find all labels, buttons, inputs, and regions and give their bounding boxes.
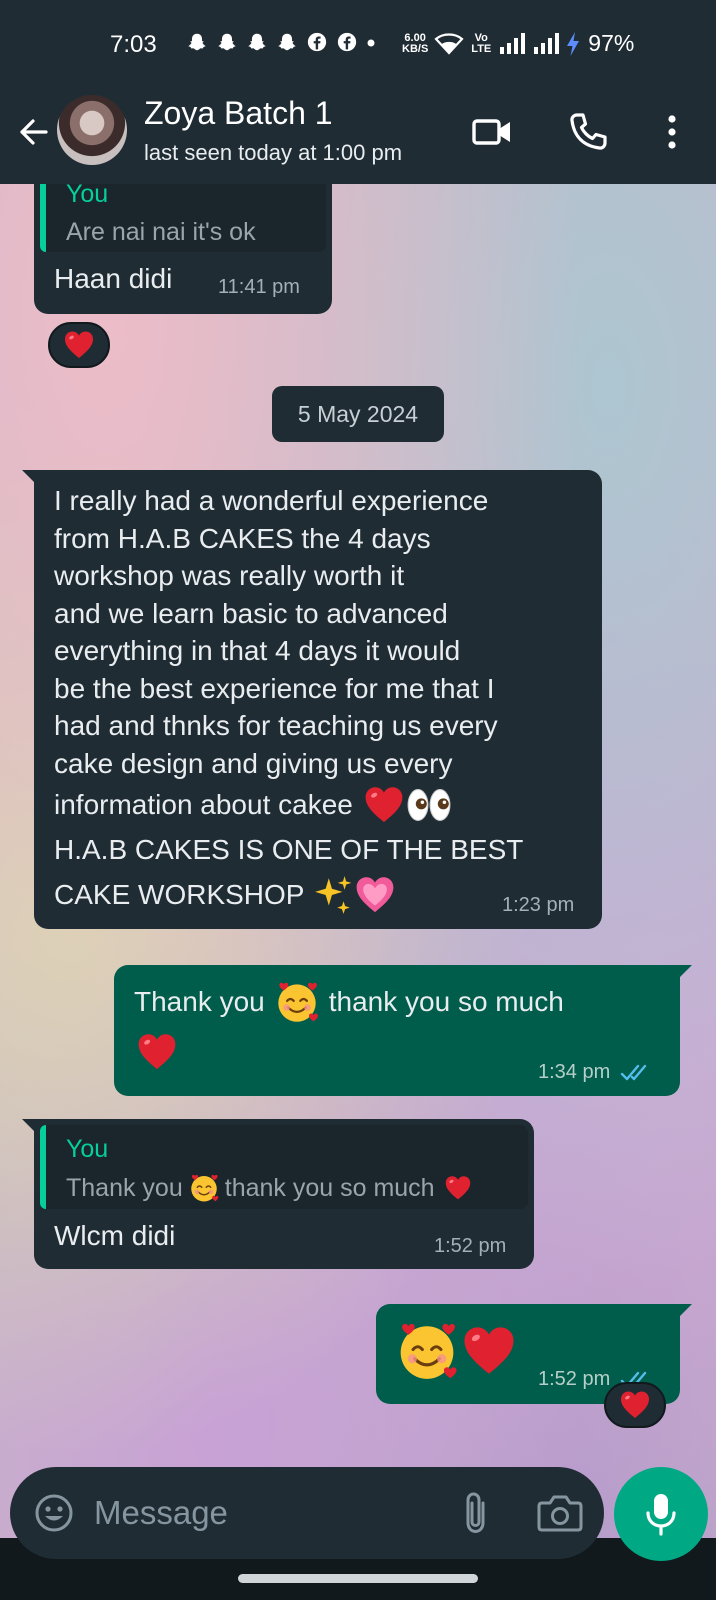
date-separator: 5 May 2024 [272, 386, 444, 442]
chat-header: Zoya Batch 1 last seen today at 1:00 pm [0, 90, 716, 184]
incoming-message-bubble[interactable]: I really had a wonderful experience from… [22, 470, 602, 929]
attach-icon[interactable] [456, 1489, 496, 1537]
status-time: 7:03 [110, 31, 157, 58]
sparkles-emoji [312, 874, 354, 916]
heart-emoji [134, 1031, 180, 1073]
facebook-icon [337, 32, 357, 52]
message-time: 11:41 pm [218, 276, 300, 298]
network-speed: 6.00 KB/S [402, 31, 429, 55]
wifi-icon [434, 32, 464, 55]
signal-icon [500, 32, 526, 54]
facebook-icon [307, 32, 327, 52]
snapchat-icon [188, 33, 206, 51]
camera-icon[interactable] [536, 1491, 584, 1535]
heart-emoji [458, 1323, 520, 1379]
signal-icon [534, 32, 560, 54]
last-seen-status[interactable]: last seen today at 1:00 pm [144, 140, 402, 166]
message-text: Wlcm didi [54, 1220, 176, 1251]
snapchat-icon [278, 33, 296, 51]
contact-name[interactable]: Zoya Batch 1 [144, 95, 333, 132]
quote-accent-bar [40, 184, 46, 252]
heart-emoji [361, 784, 407, 826]
heart-emoji [63, 329, 95, 361]
quote-author: You [66, 1135, 109, 1163]
home-gesture-handle[interactable] [238, 1574, 478, 1583]
quoted-message[interactable]: You Are nai nai it's ok [40, 184, 326, 252]
smiling-hearts-emoji [189, 1173, 219, 1203]
emoji-message [396, 1320, 520, 1382]
more-notifications-dot-icon [367, 39, 375, 47]
incoming-message-bubble[interactable]: You Thank you thank you so much Wlcm did… [22, 1119, 534, 1269]
message-text: I really had a wonderful experience from… [54, 482, 594, 917]
message-input[interactable] [94, 1487, 424, 1539]
heart-reaction[interactable] [48, 322, 110, 368]
message-text: Thank you thank you so much [134, 981, 674, 1073]
outgoing-message-bubble[interactable]: Thank you thank you so much 1:34 pm [114, 965, 692, 1096]
contact-avatar[interactable] [57, 95, 127, 165]
mic-button[interactable] [614, 1467, 708, 1561]
quoted-message[interactable]: You Thank you thank you so much [40, 1125, 528, 1209]
more-options-icon[interactable] [650, 110, 694, 154]
snapchat-icon [218, 33, 236, 51]
eyes-emoji [407, 787, 451, 823]
quote-text: Thank you thank you so much [66, 1173, 473, 1203]
message-time: 1:52 pm [434, 1235, 507, 1257]
video-call-icon[interactable] [470, 110, 514, 154]
smiling-hearts-emoji [396, 1320, 458, 1382]
voice-call-icon[interactable] [566, 110, 610, 154]
message-time: 1:34 pm [538, 1061, 654, 1084]
heart-emoji [443, 1174, 473, 1202]
chat-messages-area[interactable]: You Are nai nai it's ok Haan didi 11:41 … [0, 184, 716, 1538]
heart-emoji [619, 1389, 651, 1421]
system-status: 6.00 KB/S Vo LTE 97% [402, 30, 634, 57]
battery-percentage: 97% [588, 30, 635, 56]
incoming-message-bubble[interactable]: You Are nai nai it's ok Haan didi 11:41 … [34, 184, 332, 314]
system-navigation-bar [0, 1566, 716, 1600]
snapchat-icon [248, 33, 266, 51]
quote-text: Are nai nai it's ok [66, 218, 256, 246]
emoji-icon[interactable] [32, 1491, 76, 1535]
volte-badge: Vo LTE [471, 31, 492, 55]
quote-accent-bar [40, 1125, 46, 1209]
charging-icon [567, 31, 580, 56]
quote-author: You [66, 184, 109, 208]
back-arrow-icon[interactable] [14, 112, 54, 152]
double-tick-icon [620, 1063, 654, 1083]
smiling-hearts-emoji [275, 980, 319, 1024]
mic-icon [646, 1494, 676, 1536]
heart-reaction[interactable] [604, 1382, 666, 1428]
message-time: 1:23 pm [502, 894, 575, 916]
message-composer [10, 1467, 604, 1559]
status-bar: 7:03 6.00 KB/S Vo LTE 97% [0, 0, 716, 90]
message-text: Haan didi [54, 263, 173, 294]
notification-icons [186, 30, 376, 54]
growing-heart-emoji [354, 874, 396, 916]
